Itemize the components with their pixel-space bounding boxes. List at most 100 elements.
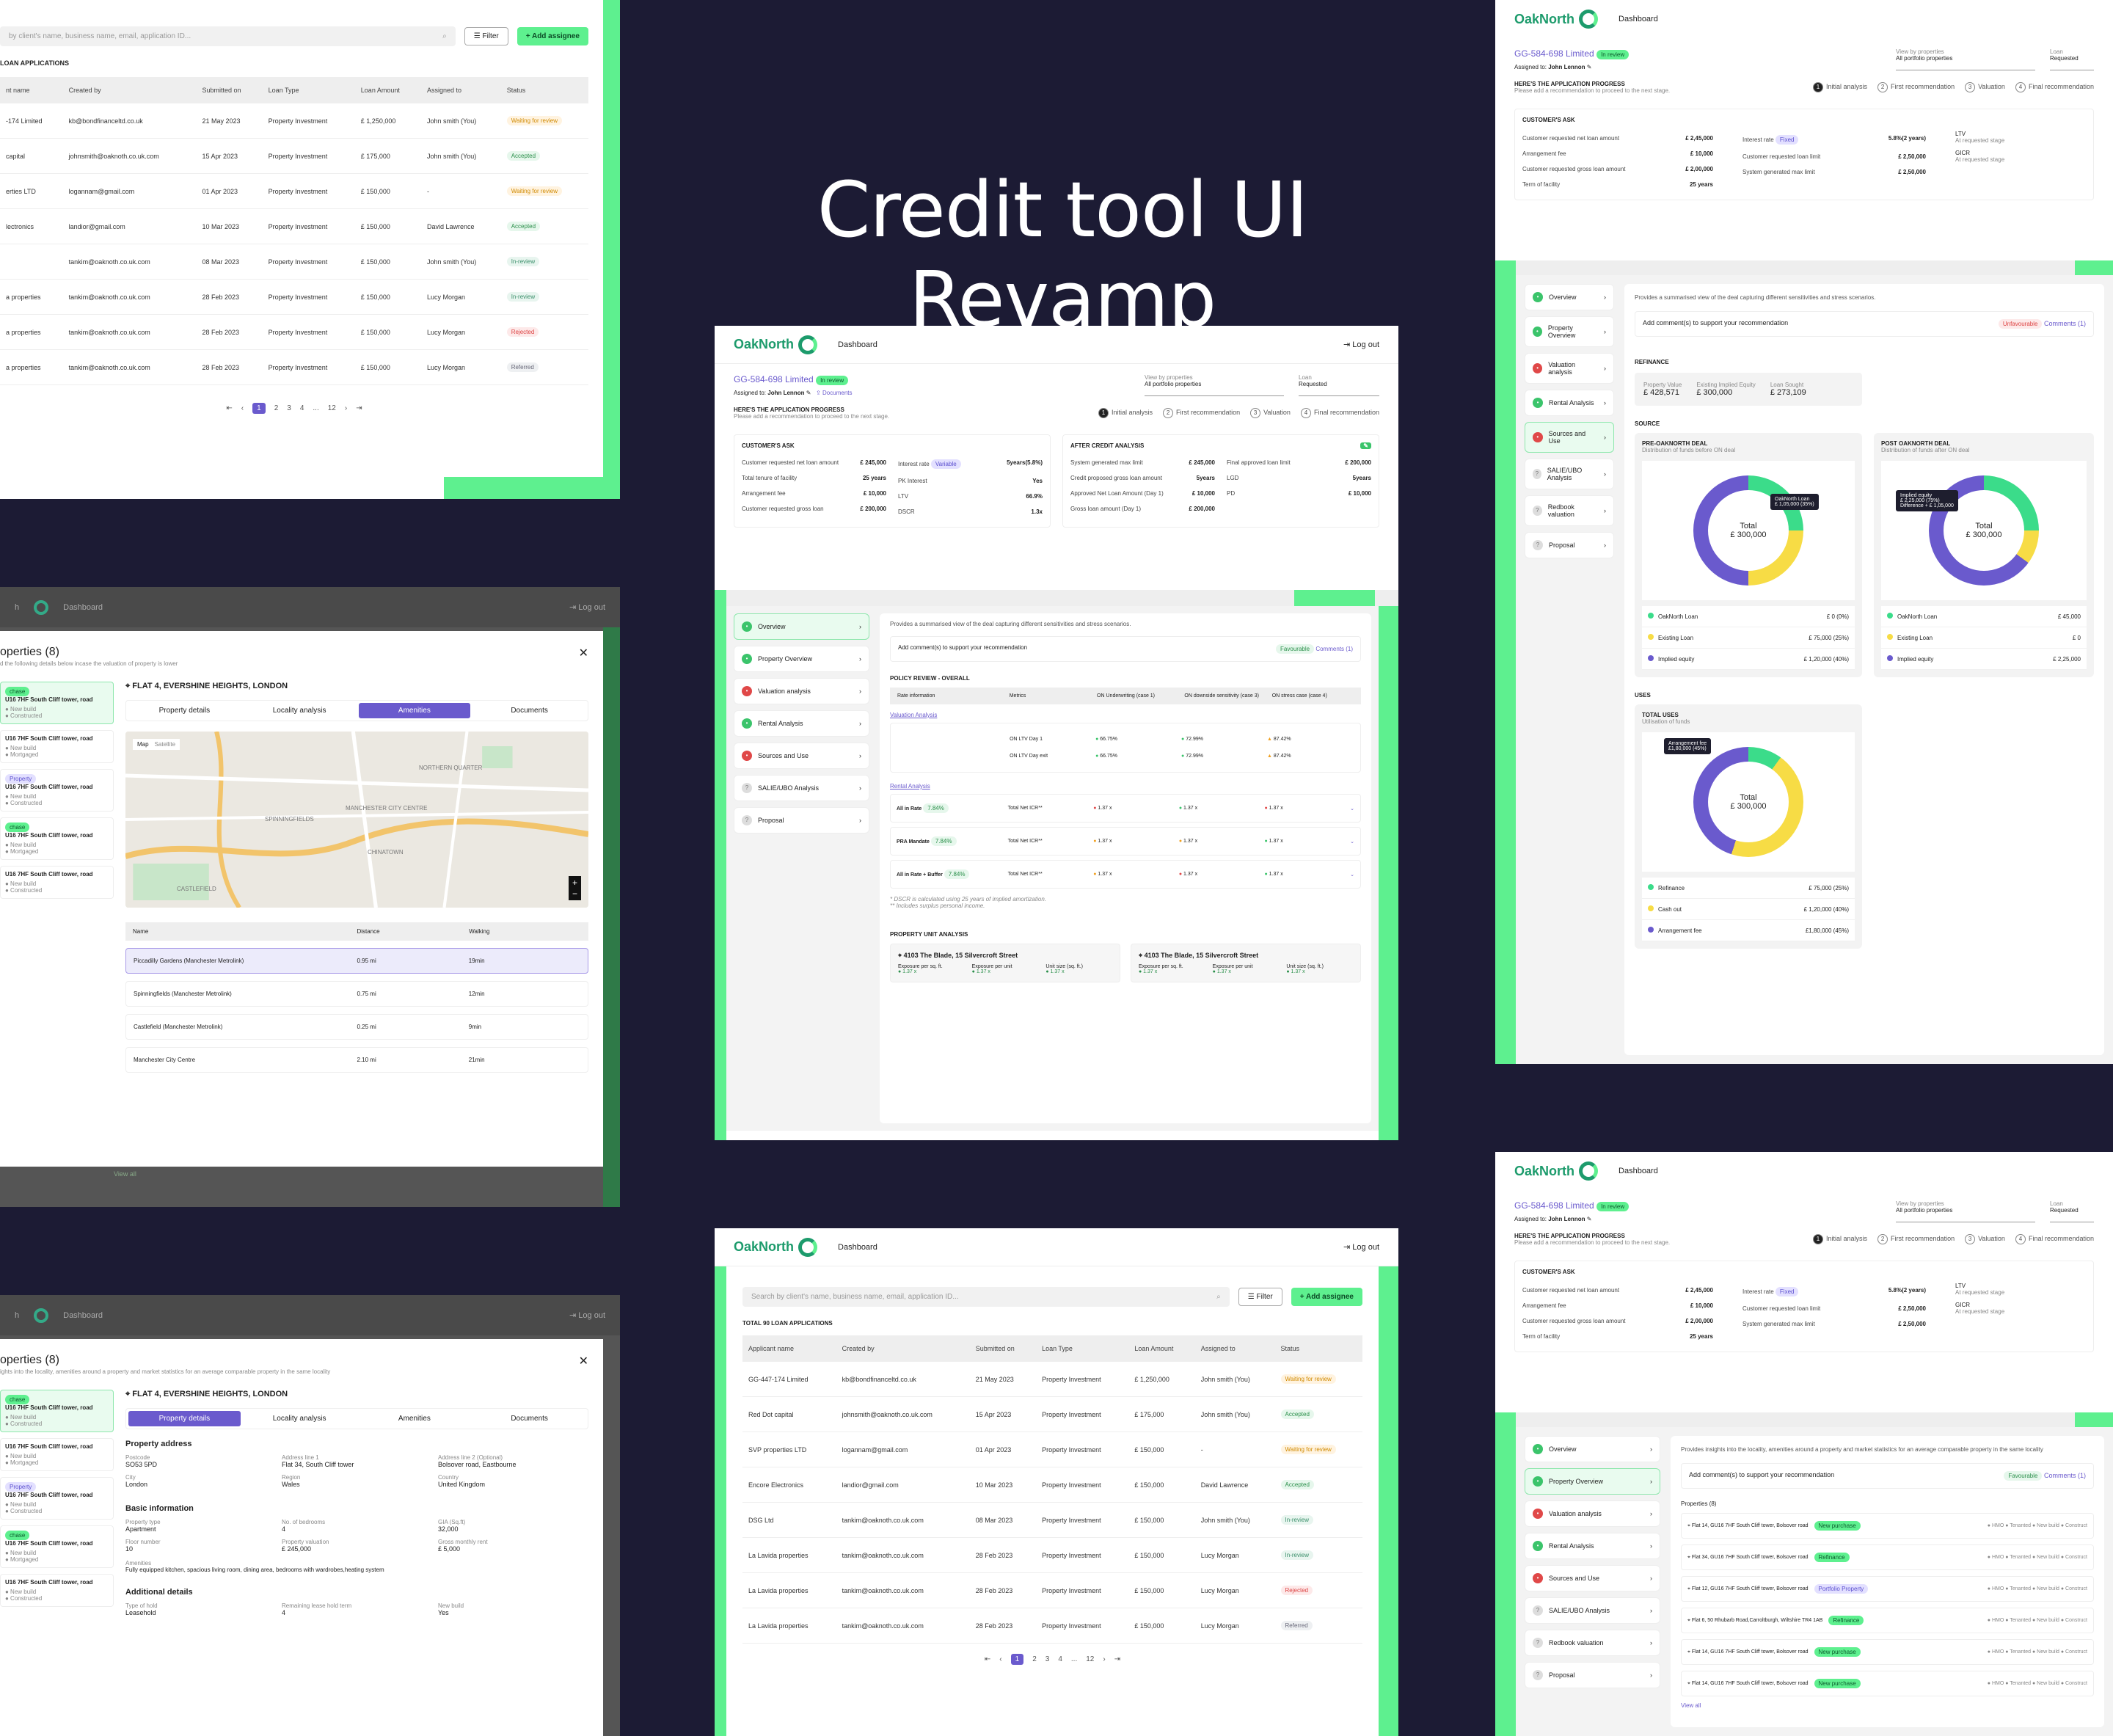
page-number[interactable]: 1 [252,403,266,414]
nav-item-salie-ubo-analysis[interactable]: ? SALIE/UBO Analysis › [734,775,869,801]
property-list-item[interactable]: chase U16 7HF South Cliff tower, road ● Ne… [0,682,114,724]
tab-documents[interactable]: Documents [473,703,585,718]
property-row[interactable]: ⌖ Flat 14, GU16 7HF South Cliff tower, B… [1681,1671,2094,1696]
pager-nav-icon[interactable]: ⇤ [985,1655,990,1663]
loan-select[interactable]: Requested [2050,55,2094,62]
expand-icon[interactable]: ⌄ [1350,806,1354,812]
table-row[interactable]: La Lavida properties tankim@oaknoth.co.uk… [742,1537,1362,1573]
nav-item-proposal[interactable]: ? Proposal › [734,807,869,834]
table-row[interactable]: La Lavida properties tankim@oaknoth.co.uk… [742,1608,1362,1644]
property-list-item[interactable]: U16 7HF South Cliff tower, road ● New bui… [0,866,114,899]
comment-input[interactable]: Add comment(s) to support your recommend… [1689,1471,1834,1481]
table-row[interactable]: -174 Limited kb@bondfinanceltd.co.uk 21 Ma… [0,103,588,139]
nav-item-overview[interactable]: • Overview › [734,613,869,640]
pager-nav-icon[interactable]: ⇤ [226,404,232,412]
pagination[interactable]: ⇤ ‹ 1 2 3 4... 12 › ⇥ [0,403,588,414]
page-number[interactable]: 2 [274,404,279,412]
tab-amenities[interactable]: Amenities [359,1411,471,1426]
table-row[interactable]: GG-447-174 Limited kb@bondfinanceltd.co.u… [742,1362,1362,1397]
tab-amenities[interactable]: Amenities [358,703,471,718]
property-list-item[interactable]: chase U16 7HF South Cliff tower, road ● Ne… [0,1525,114,1568]
property-tabs[interactable]: Property details Locality analysis Ameniti… [125,700,588,721]
pager-nav-icon[interactable]: ⇥ [356,404,362,412]
nav-item-sources-and-use[interactable]: • Sources and Use › [734,743,869,769]
property-tabs[interactable]: Property details Locality analysis Ameniti… [125,1408,588,1429]
table-row[interactable]: a properties tankim@oaknoth.co.uk.com 28 F… [0,349,588,385]
table-row[interactable]: Encore Electronics landior@gmail.com 10 Ma… [742,1467,1362,1503]
close-icon[interactable]: ✕ [579,646,588,660]
edit-icon[interactable]: ✎ [1360,442,1371,449]
nav-item-salie-ubo-analysis[interactable]: ? SALIE/UBO Analysis › [1525,459,1614,489]
nav-item-valuation-analysis[interactable]: • Valuation analysis › [734,678,869,704]
nav-item-salie-ubo-analysis[interactable]: ? SALIE/UBO Analysis › [1525,1597,1660,1624]
pager-nav-icon[interactable]: ⇥ [1114,1655,1120,1663]
pager-nav-icon[interactable]: › [1103,1655,1105,1663]
page-number[interactable]: 12 [328,404,336,412]
nav-item-proposal[interactable]: ? Proposal › [1525,532,1614,558]
property-list-item[interactable]: chase U16 7HF South Cliff tower, road ● Ne… [0,1390,114,1432]
filter-button[interactable]: ☰ Filter [464,27,508,45]
dashboard-link[interactable]: Dashboard [1618,15,1658,23]
property-list-item[interactable]: U16 7HF South Cliff tower, road ● New bui… [0,1574,114,1607]
add-assignee-button[interactable]: + Add assignee [517,27,588,45]
nav-item-property-overview[interactable]: • Property Overview › [734,646,869,672]
nav-item-redbook-valuation[interactable]: ? Redbook valuation › [1525,495,1614,526]
favourable-badge[interactable]: Favourable [1276,644,1315,654]
property-list-item[interactable]: Property U16 7HF South Cliff tower, road ●… [0,769,114,812]
nav-item-property-overview[interactable]: • Property Overview › [1525,316,1614,347]
comments-link[interactable]: Comments (1) [1315,646,1353,652]
amenity-row[interactable]: Piccadilly Gardens (Manchester Metrolink… [125,948,588,974]
zoom-control[interactable]: + − [568,876,581,900]
amenity-row[interactable]: Manchester City Centre 2.10 mi 21min [125,1047,588,1073]
pager-nav-icon[interactable]: › [345,404,347,412]
page-number[interactable]: 4 [1058,1655,1062,1663]
edit-icon[interactable]: ✎ [1587,1216,1592,1222]
page-number[interactable]: 3 [287,404,291,412]
table-row[interactable]: a properties tankim@oaknoth.co.uk.com 28 F… [0,314,588,350]
view-select[interactable]: All portfolio properties [1896,55,2035,62]
tab-locality-analysis[interactable]: Locality analysis [244,703,356,718]
expand-icon[interactable]: ⌄ [1350,872,1354,878]
logout-button[interactable]: ⇥ Log out [1343,1242,1379,1252]
edit-icon[interactable]: ✎ [1587,64,1592,70]
property-list-item[interactable]: chase U16 7HF South Cliff tower, road ● Ne… [0,817,114,860]
unfavourable-badge[interactable]: Unfavourable [1998,319,2043,329]
valuation-link[interactable]: Valuation Analysis [890,712,1361,718]
search-input[interactable]: Search by client's name, business name, … [742,1287,1230,1307]
nav-item-sources-and-use[interactable]: • Sources and Use › [1525,422,1614,453]
nav-item-redbook-valuation[interactable]: ? Redbook valuation › [1525,1630,1660,1656]
amenity-row[interactable]: Castlefield (Manchester Metrolink) 0.25 m… [125,1014,588,1040]
expand-icon[interactable]: ⌄ [1350,839,1354,845]
close-icon[interactable]: ✕ [579,1354,588,1368]
nav-item-valuation-analysis[interactable]: • Valuation analysis › [1525,1500,1660,1527]
table-row[interactable]: capital johnsmith@oaknoth.co.uk.com 15 Apr… [0,138,588,174]
page-number[interactable]: 1 [1010,1654,1024,1665]
property-row[interactable]: ⌖ Flat 14, GU16 7HF South Cliff tower, B… [1681,1639,2094,1665]
tab-property-details[interactable]: Property details [128,703,241,718]
comment-input[interactable]: Add comment(s) to support your recommend… [1643,319,1788,329]
pager-nav-icon[interactable]: ‹ [999,1655,1001,1663]
table-row[interactable]: lectronics landior@gmail.com 10 Mar 2023 Pr… [0,208,588,244]
view-select[interactable]: All portfolio properties [1896,1207,2035,1214]
property-row[interactable]: ⌖ Flat 6, 50 Rhubarb Road,Carroltburgh, … [1681,1608,2094,1633]
edit-icon[interactable]: ✎ [806,390,811,396]
table-row[interactable]: tankim@oaknoth.co.uk.com 08 Mar 2023 Prope… [0,244,588,280]
page-number[interactable]: 3 [1045,1655,1050,1663]
filter-button[interactable]: ☰ Filter [1238,1288,1282,1306]
property-list-item[interactable]: U16 7HF South Cliff tower, road ● New bui… [0,730,114,763]
rental-link[interactable]: Rental Analysis [890,783,1361,789]
nav-item-rental-analysis[interactable]: • Rental Analysis › [734,710,869,737]
tab-property-details[interactable]: Property details [128,1411,241,1426]
view-select[interactable]: All portfolio properties [1145,381,1284,387]
documents-link[interactable]: ⇪ Documents [816,390,852,396]
loan-select[interactable]: Requested [1299,381,1379,387]
dashboard-link[interactable]: Dashboard [838,340,877,349]
property-row[interactable]: ⌖ Flat 34, GU16 7HF South Cliff tower, B… [1681,1544,2094,1570]
nav-item-overview[interactable]: • Overview › [1525,1436,1660,1462]
pager-nav-icon[interactable]: ‹ [241,404,244,412]
tab-documents[interactable]: Documents [473,1411,585,1426]
nav-item-rental-analysis[interactable]: • Rental Analysis › [1525,1533,1660,1559]
loan-select[interactable]: Requested [2050,1207,2094,1214]
property-list-item[interactable]: Property U16 7HF South Cliff tower, road ●… [0,1477,114,1520]
comments-link[interactable]: Comments (1) [2044,320,2086,327]
